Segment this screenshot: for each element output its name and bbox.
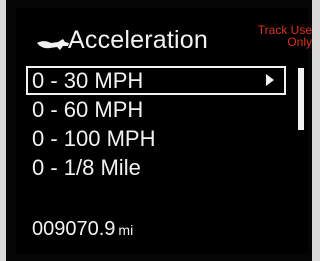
acceleration-menu: 0 - 30 MPH 0 - 60 MPH 0 - 100 MPH 0 - 1/…: [26, 66, 286, 182]
instrument-cluster-screen: Acceleration Track Use Only 0 - 30 MPH 0…: [16, 8, 312, 253]
left-trim: [0, 0, 6, 261]
menu-item-label: 0 - 60 MPH: [32, 97, 144, 122]
header: Acceleration Track Use Only: [16, 24, 312, 64]
menu-item-label: 0 - 30 MPH: [32, 68, 144, 93]
menu-item-0-30-mph[interactable]: 0 - 30 MPH: [26, 66, 286, 95]
pony-icon: [37, 39, 69, 50]
odometer-value: 009070.9: [32, 218, 116, 240]
menu-scrollbar[interactable]: [298, 68, 304, 130]
menu-item-0-100-mph[interactable]: 0 - 100 MPH: [26, 124, 286, 153]
page-title: Acceleration: [68, 26, 208, 54]
menu-item-label: 0 - 1/8 Mile: [32, 155, 141, 180]
menu-item-label: 0 - 100 MPH: [32, 126, 156, 151]
right-trim: [312, 0, 320, 261]
menu-item-0-1-8-mile[interactable]: 0 - 1/8 Mile: [26, 153, 286, 182]
odometer: 009070.9 mi: [32, 218, 133, 241]
track-use-warning: Track Use Only: [242, 24, 312, 48]
menu-item-0-60-mph[interactable]: 0 - 60 MPH: [26, 95, 286, 124]
odometer-unit: mi: [118, 222, 134, 238]
track-note-line2: Only: [287, 35, 312, 49]
chevron-right-icon: [266, 74, 274, 86]
